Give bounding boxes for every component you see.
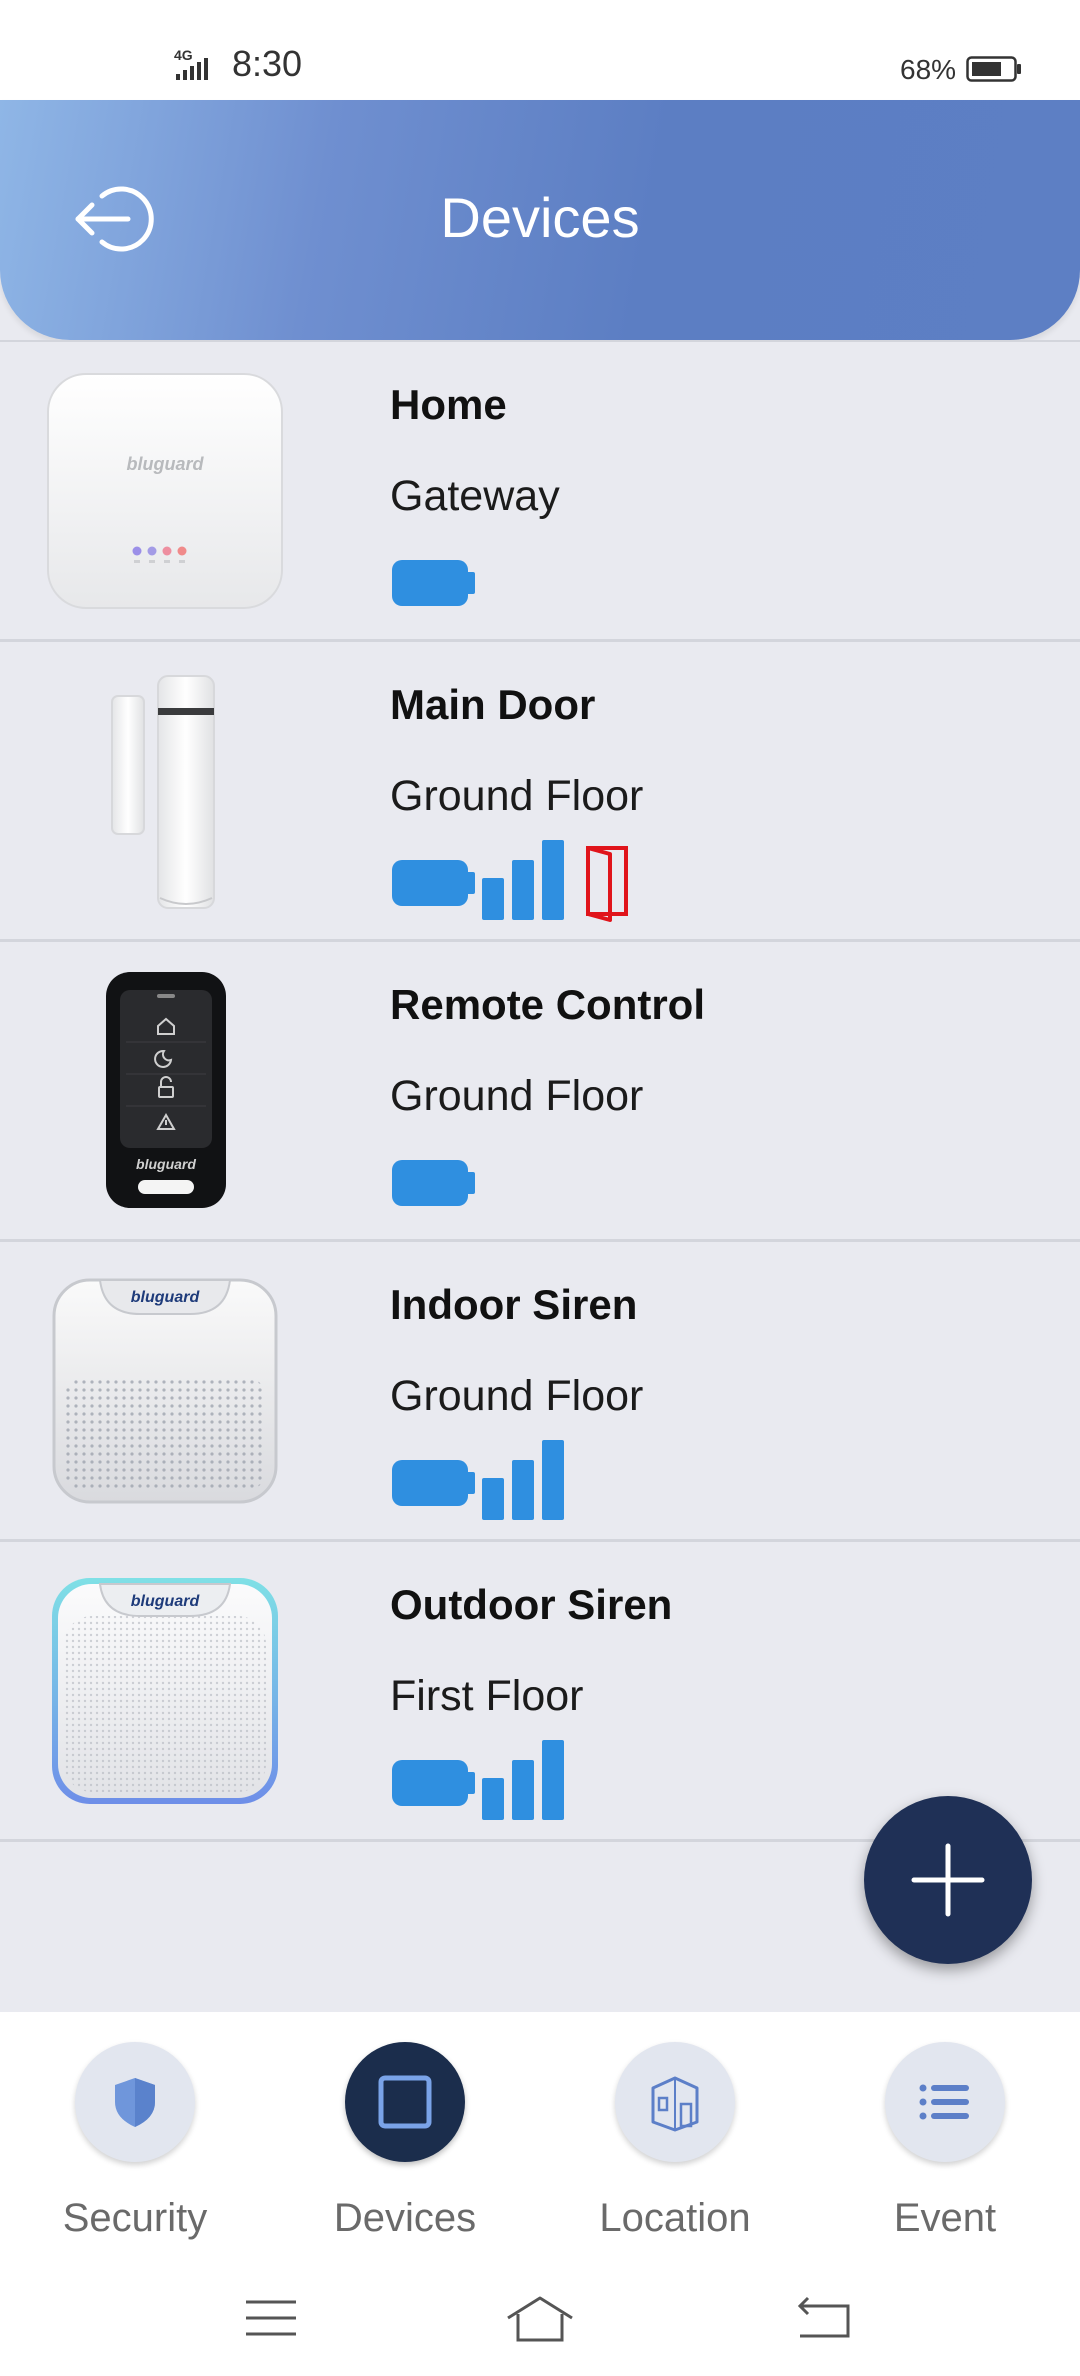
remote-control-image: bluguard <box>106 972 226 1208</box>
nav-label: Event <box>893 2196 997 2240</box>
app-header: Devices <box>0 100 1080 340</box>
device-location: Ground Floor <box>390 1072 644 1120</box>
back-icon[interactable] <box>796 2294 852 2344</box>
device-status-indicators <box>392 840 628 922</box>
gateway-image: bluguard <box>47 373 283 609</box>
svg-text:4G: 4G <box>174 47 193 63</box>
device-row-main-door[interactable]: Main Door Ground Floor <box>0 642 1080 942</box>
device-location: First Floor <box>390 1672 584 1720</box>
device-name: Main Door <box>390 681 596 728</box>
bottom-navigation: Security Devices Location Event <box>0 2012 1080 2272</box>
battery-full-icon <box>392 560 475 606</box>
device-status-indicators <box>392 1160 475 1206</box>
device-row-indoor-siren[interactable]: bluguard Indoor Siren Ground Floor <box>0 1242 1080 1542</box>
building-icon <box>651 2076 699 2132</box>
door-sensor-image <box>111 675 215 909</box>
battery-status-icon <box>966 56 1021 82</box>
system-navigation-bar <box>0 2272 1080 2376</box>
square-icon <box>378 2075 432 2129</box>
battery-full-icon <box>392 860 475 906</box>
device-status-indicators <box>392 560 475 606</box>
menu-icon[interactable] <box>244 2294 298 2344</box>
plus-icon <box>911 1843 985 1917</box>
nav-tab-security[interactable]: Security <box>0 2042 270 2262</box>
device-list: bluguard Home Gateway Main Door Ground F… <box>0 340 1080 1842</box>
svg-text:bluguard: bluguard <box>127 454 205 474</box>
nav-label: Location <box>599 2196 751 2240</box>
status-bar: 4G 8:30 68% <box>0 0 1080 100</box>
battery-percent: 68% <box>900 54 957 85</box>
nav-tab-location[interactable]: Location <box>540 2042 810 2262</box>
nav-tab-devices[interactable]: Devices <box>270 2042 540 2262</box>
svg-text:bluguard: bluguard <box>131 1289 201 1306</box>
device-status-indicators <box>392 1440 564 1520</box>
device-row-remote-control[interactable]: bluguard Remote Control Ground Floor <box>0 942 1080 1242</box>
home-icon[interactable] <box>504 2294 576 2348</box>
door-open-icon <box>586 846 628 922</box>
device-location: Ground Floor <box>390 772 644 820</box>
add-device-button[interactable] <box>864 1796 1032 1964</box>
device-location: Ground Floor <box>390 1372 644 1420</box>
device-name: Remote Control <box>390 981 705 1028</box>
signal-strength-icon <box>482 1740 564 1820</box>
svg-text:bluguard: bluguard <box>131 1593 201 1610</box>
device-name: Indoor Siren <box>390 1281 638 1328</box>
battery-full-icon <box>392 1760 475 1806</box>
outdoor-siren-image: bluguard <box>52 1578 278 1804</box>
device-status-indicators <box>392 1740 564 1820</box>
indoor-siren-image: bluguard <box>52 1278 278 1504</box>
network-signal-icon: 4G <box>174 47 208 80</box>
nav-label: Devices <box>333 2196 477 2240</box>
shield-icon <box>115 2078 155 2127</box>
svg-text:bluguard: bluguard <box>136 1156 196 1172</box>
nav-label: Security <box>62 2196 208 2240</box>
status-time: 8:30 <box>232 43 303 84</box>
device-name: Home <box>390 381 507 428</box>
signal-strength-icon <box>482 840 564 920</box>
device-row-home[interactable]: bluguard Home Gateway <box>0 342 1080 642</box>
page-title: Devices <box>440 186 640 249</box>
battery-full-icon <box>392 1460 475 1506</box>
device-name: Outdoor Siren <box>390 1581 673 1628</box>
nav-tab-event[interactable]: Event <box>810 2042 1080 2262</box>
list-icon <box>919 2084 969 2120</box>
battery-full-icon <box>392 1160 475 1206</box>
device-location: Gateway <box>390 472 560 520</box>
signal-strength-icon <box>482 1440 564 1520</box>
device-row-outdoor-siren[interactable]: bluguard Outdoor Siren First Floor <box>0 1542 1080 1842</box>
